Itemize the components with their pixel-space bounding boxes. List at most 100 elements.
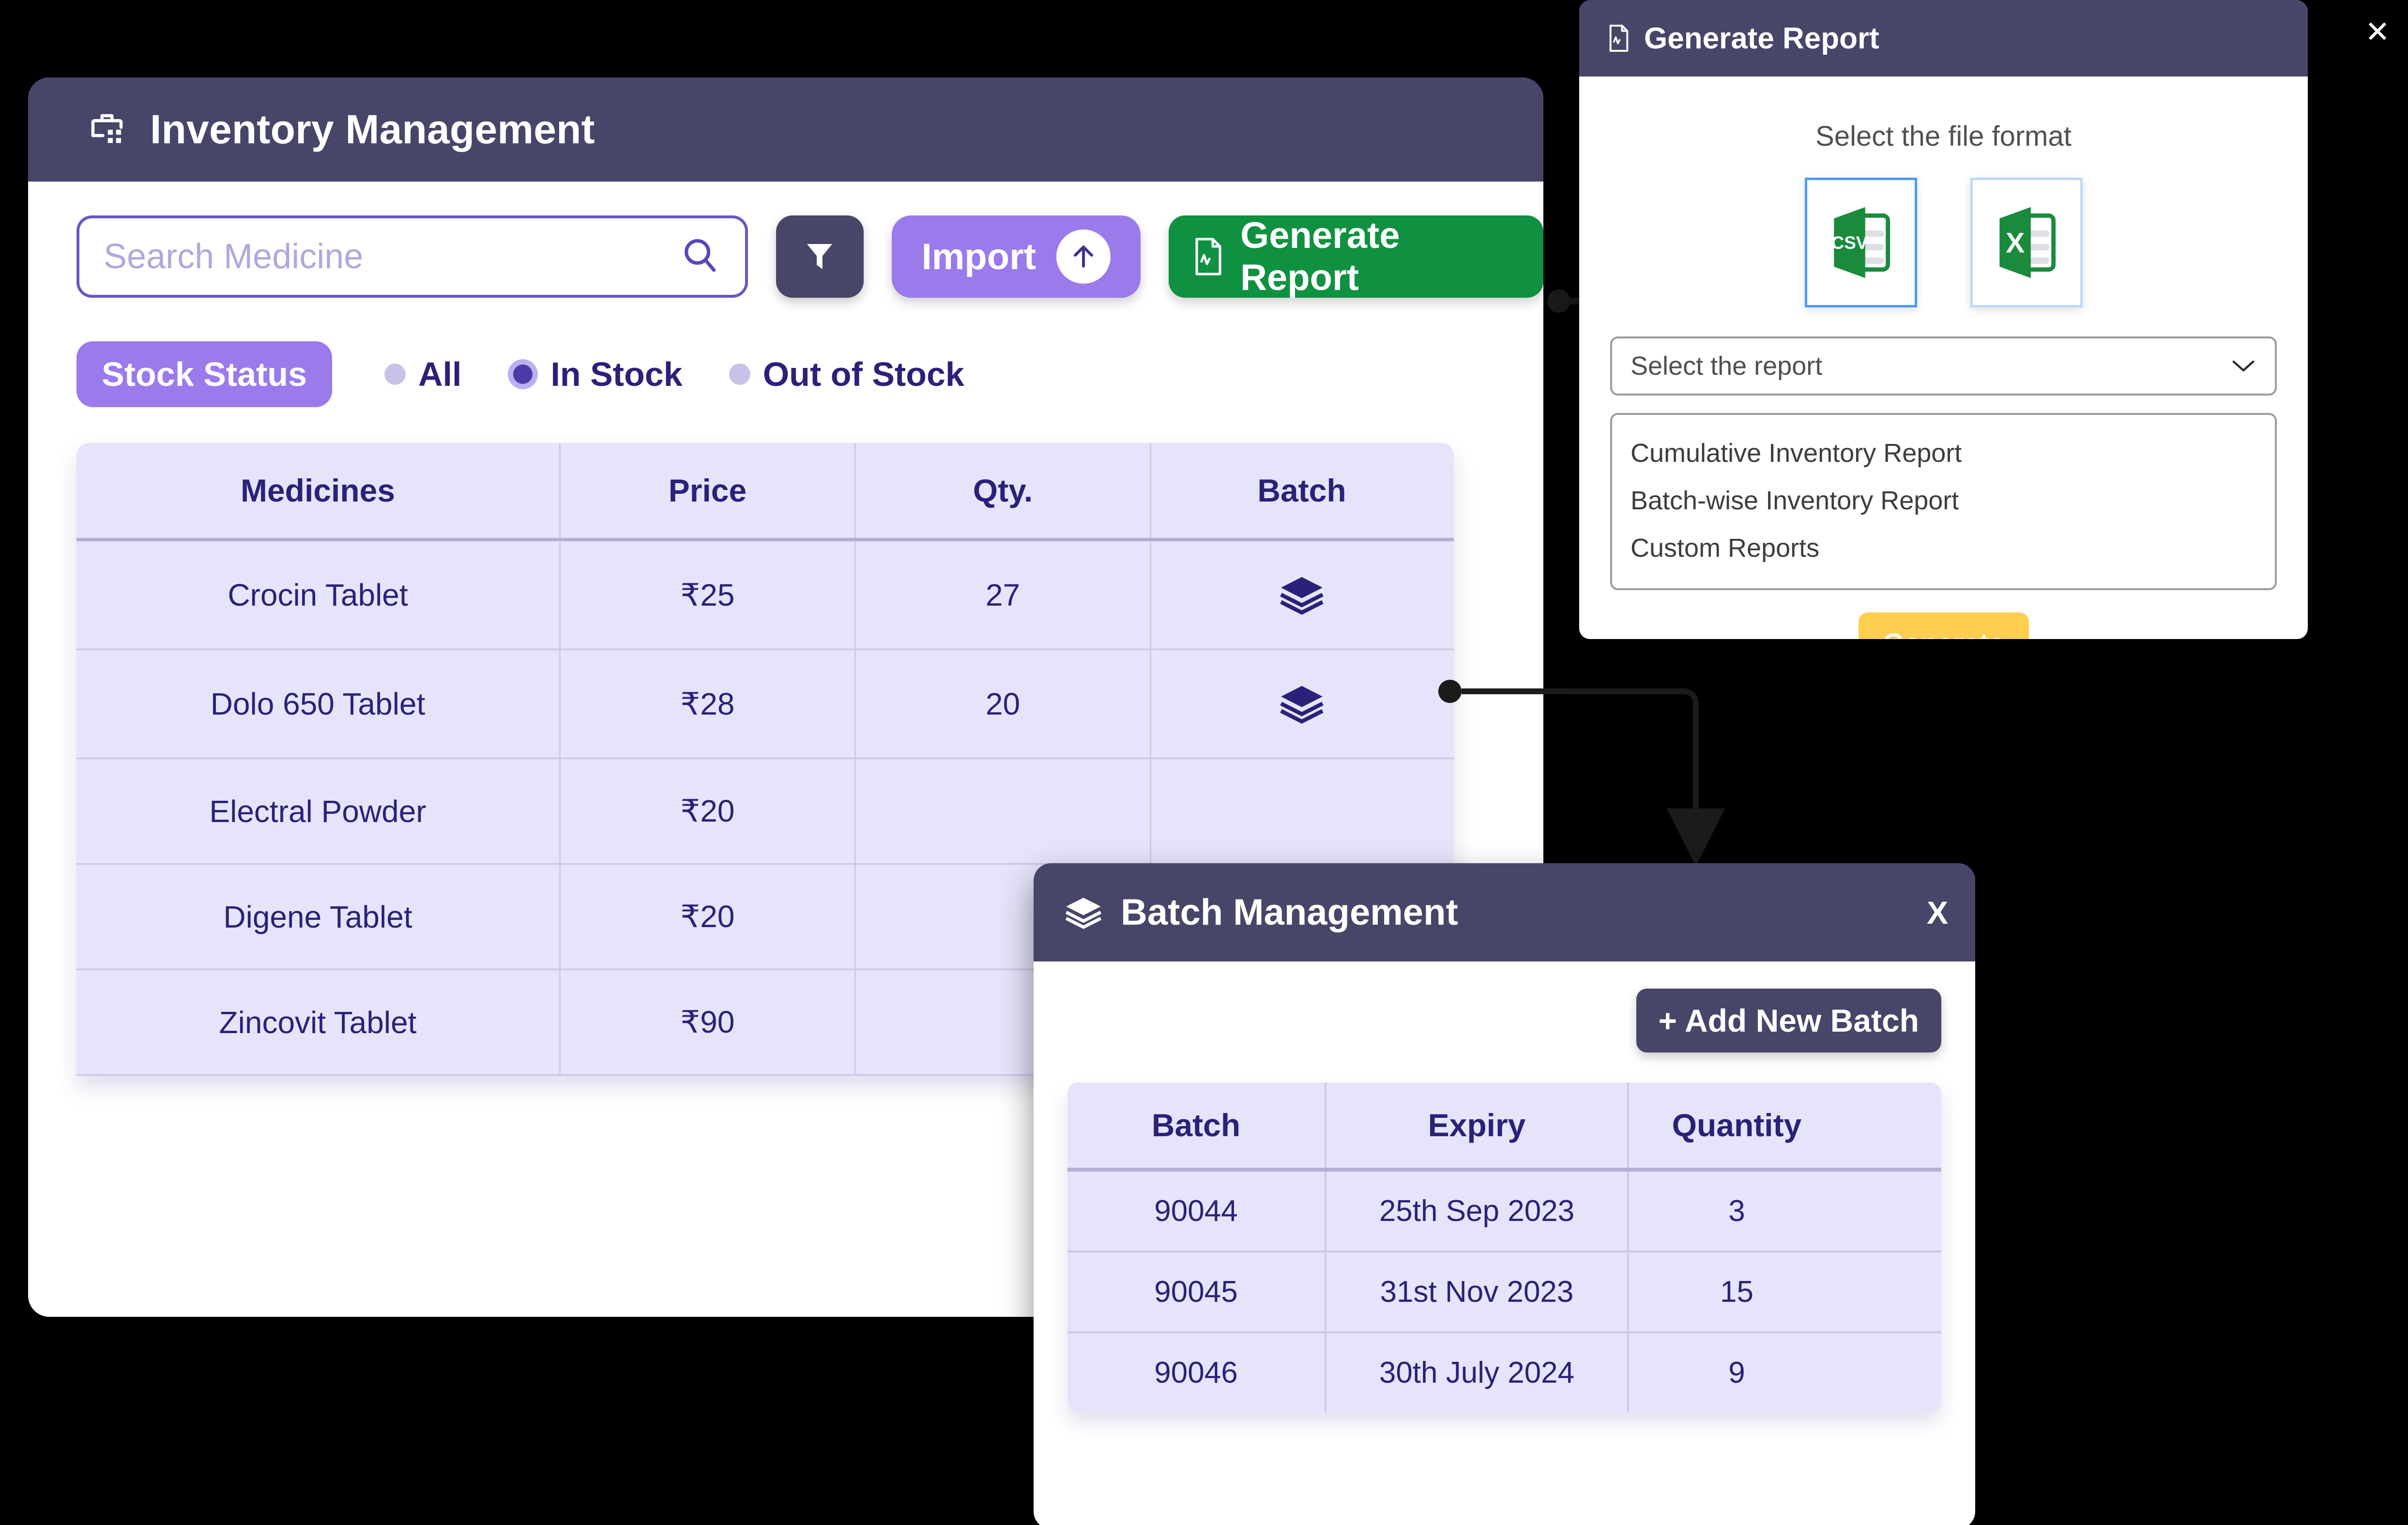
column-header-qty: Qty. — [856, 443, 1151, 538]
search-placeholder: Search Medicine — [104, 237, 364, 276]
cell-medicine: Dolo 650 Tablet — [76, 650, 561, 758]
cell-price: ₹25 — [561, 541, 856, 649]
generate-report-panel-title: Generate Report — [1644, 21, 1879, 55]
cell-expiry: 31st Nov 2023 — [1326, 1252, 1629, 1331]
column-header-expiry: Expiry — [1326, 1083, 1629, 1168]
cell-qty: 20 — [856, 650, 1151, 758]
generate-report-panel-body: Select the file format CSV X Select the … — [1579, 76, 2308, 639]
radio-option-out-of-stock[interactable]: Out of Stock — [729, 355, 964, 394]
stock-status-label: Stock Status — [102, 355, 307, 393]
filter-button[interactable] — [776, 215, 864, 298]
radio-option-in-stock[interactable]: In Stock — [508, 355, 683, 394]
file-format-heading: Select the file format — [1815, 121, 2072, 152]
radio-option-all[interactable]: All — [384, 355, 461, 394]
excel-file-icon: X — [1999, 207, 2056, 278]
import-button[interactable]: Import — [891, 215, 1141, 298]
generate-report-button[interactable]: Generate Report — [1169, 215, 1543, 298]
radio-label-out-of-stock: Out of Stock — [762, 355, 964, 393]
cell-batch: 90045 — [1067, 1252, 1326, 1331]
import-button-label: Import — [921, 236, 1036, 277]
inventory-toolbar: Search Medicine Import Generate Report — [76, 215, 1543, 298]
svg-text:CSV: CSV — [1831, 233, 1868, 253]
report-select[interactable]: Select the report — [1610, 336, 2277, 396]
layers-stack-icon — [1280, 577, 1324, 615]
table-row[interactable]: 90046 30th July 2024 9 — [1067, 1333, 1941, 1412]
report-document-icon — [1195, 238, 1221, 275]
cell-quantity: 3 — [1728, 1194, 1745, 1228]
generate-report-panel-titlebar: Generate Report — [1579, 0, 2308, 76]
cell-price: ₹20 — [561, 759, 856, 863]
format-option-excel[interactable]: X — [1970, 178, 2083, 307]
column-header-batch: Batch — [1067, 1083, 1326, 1168]
batch-modal-titlebar: Batch Management X — [1034, 863, 1975, 961]
add-batch-row: + Add New Batch — [1067, 989, 1941, 1052]
cell-expiry: 30th July 2024 — [1326, 1333, 1629, 1412]
report-options-list: Cumulative Inventory Report Batch-wise I… — [1610, 413, 2277, 590]
column-header-medicines: Medicines — [76, 443, 561, 538]
table-row[interactable]: Dolo 650 Tablet ₹28 20 — [76, 650, 1454, 759]
report-option-batch-wise[interactable]: Batch-wise Inventory Report — [1612, 477, 2275, 524]
column-header-quantity: Quantity — [1672, 1107, 1802, 1143]
add-new-batch-button[interactable]: + Add New Batch — [1636, 989, 1941, 1052]
cell-batch[interactable] — [1151, 541, 1452, 649]
cell-quantity: 9 — [1728, 1356, 1745, 1389]
report-option-custom[interactable]: Custom Reports — [1612, 524, 2275, 572]
format-option-csv[interactable]: CSV — [1804, 178, 1917, 307]
column-header-batch: Batch — [1257, 473, 1346, 508]
report-select-value: Select the report — [1631, 351, 1823, 381]
inventory-table-header: Medicines Price Qty. Batch — [76, 443, 1454, 541]
cell-price: ₹90 — [561, 970, 856, 1074]
connector-dot — [1547, 290, 1570, 313]
filter-funnel-icon — [807, 244, 833, 269]
batch-table-header: Batch Expiry Quantity — [1067, 1083, 1941, 1172]
page-title: Inventory Management — [150, 107, 595, 152]
search-input[interactable]: Search Medicine — [76, 215, 748, 298]
report-document-icon — [1609, 25, 1629, 52]
chevron-down-icon — [2232, 360, 2255, 372]
cell-expiry: 25th Sep 2023 — [1326, 1172, 1629, 1250]
radio-label-in-stock: In Stock — [550, 355, 683, 393]
batch-modal-title: Batch Management — [1121, 892, 1458, 933]
briefcase-inventory-icon — [86, 110, 128, 150]
generate-report-panel: Generate Report Select the file format C… — [1579, 0, 2308, 639]
cell-medicine: Zincovit Tablet — [76, 970, 561, 1074]
radio-dot-icon — [729, 364, 750, 385]
search-icon[interactable] — [679, 235, 721, 279]
batch-modal-body: + Add New Batch Batch Expiry Quantity 90… — [1034, 961, 1975, 1412]
csv-file-icon: CSV — [1831, 207, 1890, 278]
upload-arrow-icon — [1056, 229, 1111, 284]
report-option-cumulative[interactable]: Cumulative Inventory Report — [1612, 429, 2275, 477]
close-icon[interactable]: ✕ — [2361, 15, 2394, 49]
cell-batch: 90044 — [1067, 1172, 1326, 1250]
cell-medicine: Digene Tablet — [76, 865, 561, 969]
cell-batch: 90046 — [1067, 1333, 1326, 1412]
cell-medicine: Electral Powder — [76, 759, 561, 863]
table-row[interactable]: 90044 25th Sep 2023 3 — [1067, 1172, 1941, 1252]
batch-table: Batch Expiry Quantity 90044 25th Sep 202… — [1067, 1083, 1941, 1412]
close-icon[interactable]: X — [1927, 894, 1948, 931]
cell-qty — [856, 759, 1151, 863]
stock-status-pill[interactable]: Stock Status — [76, 341, 332, 407]
radio-dot-selected-icon — [508, 359, 538, 389]
cell-quantity: 15 — [1720, 1275, 1753, 1309]
layers-stack-icon — [1065, 897, 1102, 929]
file-format-options: CSV X — [1610, 178, 2277, 307]
cell-qty: 27 — [856, 541, 1151, 649]
generate-report-label: Generate Report — [1240, 215, 1400, 298]
table-row[interactable]: Electral Powder ₹20 — [76, 759, 1454, 865]
cell-batch[interactable] — [1151, 759, 1452, 863]
cell-batch[interactable] — [1151, 650, 1452, 758]
svg-text:X: X — [2006, 228, 2025, 259]
batch-management-modal: Batch Management X + Add New Batch Batch… — [1034, 863, 1975, 1525]
generate-button[interactable]: Generate — [1858, 612, 2029, 639]
table-row[interactable]: Crocin Tablet ₹25 27 — [76, 541, 1454, 650]
radio-label-all: All — [418, 355, 462, 393]
inventory-titlebar: Inventory Management — [28, 77, 1543, 182]
cell-medicine: Crocin Tablet — [76, 541, 561, 649]
column-header-price: Price — [561, 443, 856, 538]
cell-price: ₹20 — [561, 865, 856, 969]
stock-status-options: All In Stock Out of Stock — [384, 355, 964, 394]
table-row[interactable]: 90045 31st Nov 2023 15 — [1067, 1252, 1941, 1333]
layers-stack-icon — [1280, 686, 1324, 724]
batch-modal-title-group: Batch Management — [1065, 891, 1458, 933]
